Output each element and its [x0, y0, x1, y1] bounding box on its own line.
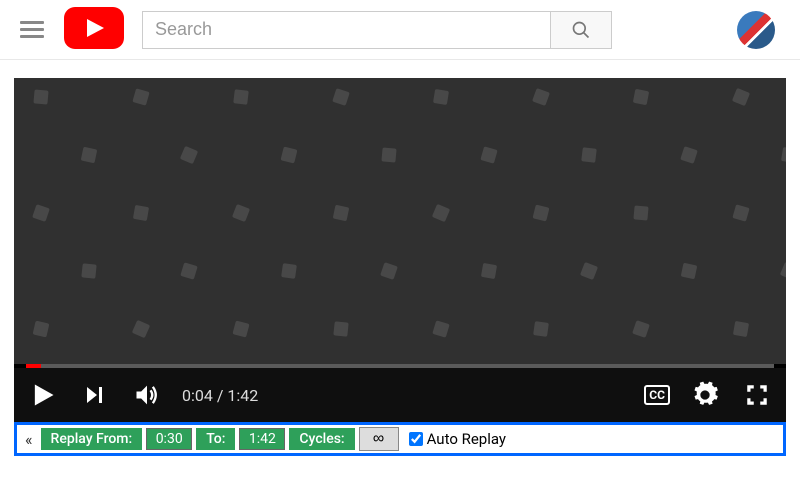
background-diamond: [81, 147, 98, 164]
youtube-logo[interactable]: [64, 7, 124, 53]
progress-played: [26, 364, 41, 368]
background-diamond: [281, 147, 298, 164]
video-surface[interactable]: [14, 78, 786, 364]
background-diamond: [733, 321, 749, 337]
background-diamond: [333, 205, 350, 222]
background-diamond: [432, 320, 449, 337]
search-button[interactable]: [550, 11, 612, 49]
captions-button[interactable]: CC: [644, 385, 670, 405]
background-diamond: [180, 262, 197, 279]
volume-button[interactable]: [130, 378, 164, 412]
background-diamond: [132, 88, 149, 105]
progress-bar[interactable]: [26, 364, 774, 368]
play-button[interactable]: [26, 378, 60, 412]
player-controls: 0:04 / 1:42 CC: [14, 368, 786, 422]
background-diamond: [281, 263, 297, 279]
replay-to-input[interactable]: [239, 428, 285, 450]
auto-replay-label: Auto Replay: [427, 430, 506, 448]
background-diamond: [380, 262, 398, 280]
background-diamond: [533, 321, 549, 337]
background-diamond: [581, 147, 597, 163]
auto-replay-toggle[interactable]: Auto Replay: [409, 430, 506, 448]
background-diamond: [333, 321, 348, 336]
background-diamond: [481, 263, 497, 279]
next-button[interactable]: [78, 378, 112, 412]
current-time: 0:04: [182, 386, 213, 405]
background-diamond: [532, 88, 550, 106]
background-diamond: [232, 204, 250, 222]
header: [0, 0, 800, 60]
menu-icon[interactable]: [20, 18, 44, 42]
auto-replay-checkbox[interactable]: [409, 432, 423, 446]
background-diamond: [233, 89, 249, 105]
background-diamond: [580, 262, 598, 280]
avatar[interactable]: [737, 11, 775, 49]
replay-bar: « Replay From: To: Cycles: Auto Replay: [14, 422, 786, 456]
background-diamond: [32, 204, 50, 222]
background-diamond: [681, 263, 698, 280]
fullscreen-button[interactable]: [740, 378, 774, 412]
background-diamond: [33, 89, 48, 104]
background-diamond: [381, 147, 396, 162]
search-icon: [571, 20, 591, 40]
time-display: 0:04 / 1:42: [182, 386, 258, 405]
background-diamond: [232, 320, 249, 337]
replay-from-input[interactable]: [146, 428, 192, 450]
background-diamond: [680, 146, 698, 164]
background-diamond: [332, 88, 350, 106]
background-diamond: [432, 204, 450, 222]
background-diamond: [133, 205, 149, 221]
video-player: 0:04 / 1:42 CC: [0, 78, 800, 422]
gear-icon: [691, 381, 719, 409]
background-diamond: [180, 146, 198, 164]
background-diamond: [732, 204, 749, 221]
background-diamond: [480, 146, 497, 163]
duration: 1:42: [227, 386, 258, 405]
search-box: [142, 11, 612, 49]
background-diamond: [433, 89, 449, 105]
background-diamond: [781, 147, 786, 163]
collapse-button[interactable]: «: [21, 430, 37, 449]
background-diamond: [780, 262, 786, 280]
search-input[interactable]: [142, 11, 550, 49]
background-diamond: [132, 320, 150, 338]
background-diamond: [81, 263, 96, 278]
background-diamond: [732, 88, 750, 106]
background-diamond: [633, 205, 648, 220]
settings-button[interactable]: [688, 378, 722, 412]
background-diamond: [632, 320, 650, 338]
cycles-label: Cycles:: [289, 428, 354, 450]
background-diamond: [533, 205, 550, 222]
replay-from-label: Replay From:: [41, 428, 143, 450]
replay-to-label: To:: [196, 428, 235, 450]
cycles-input[interactable]: [359, 427, 399, 451]
background-diamond: [33, 321, 50, 338]
background-diamond: [633, 89, 649, 105]
